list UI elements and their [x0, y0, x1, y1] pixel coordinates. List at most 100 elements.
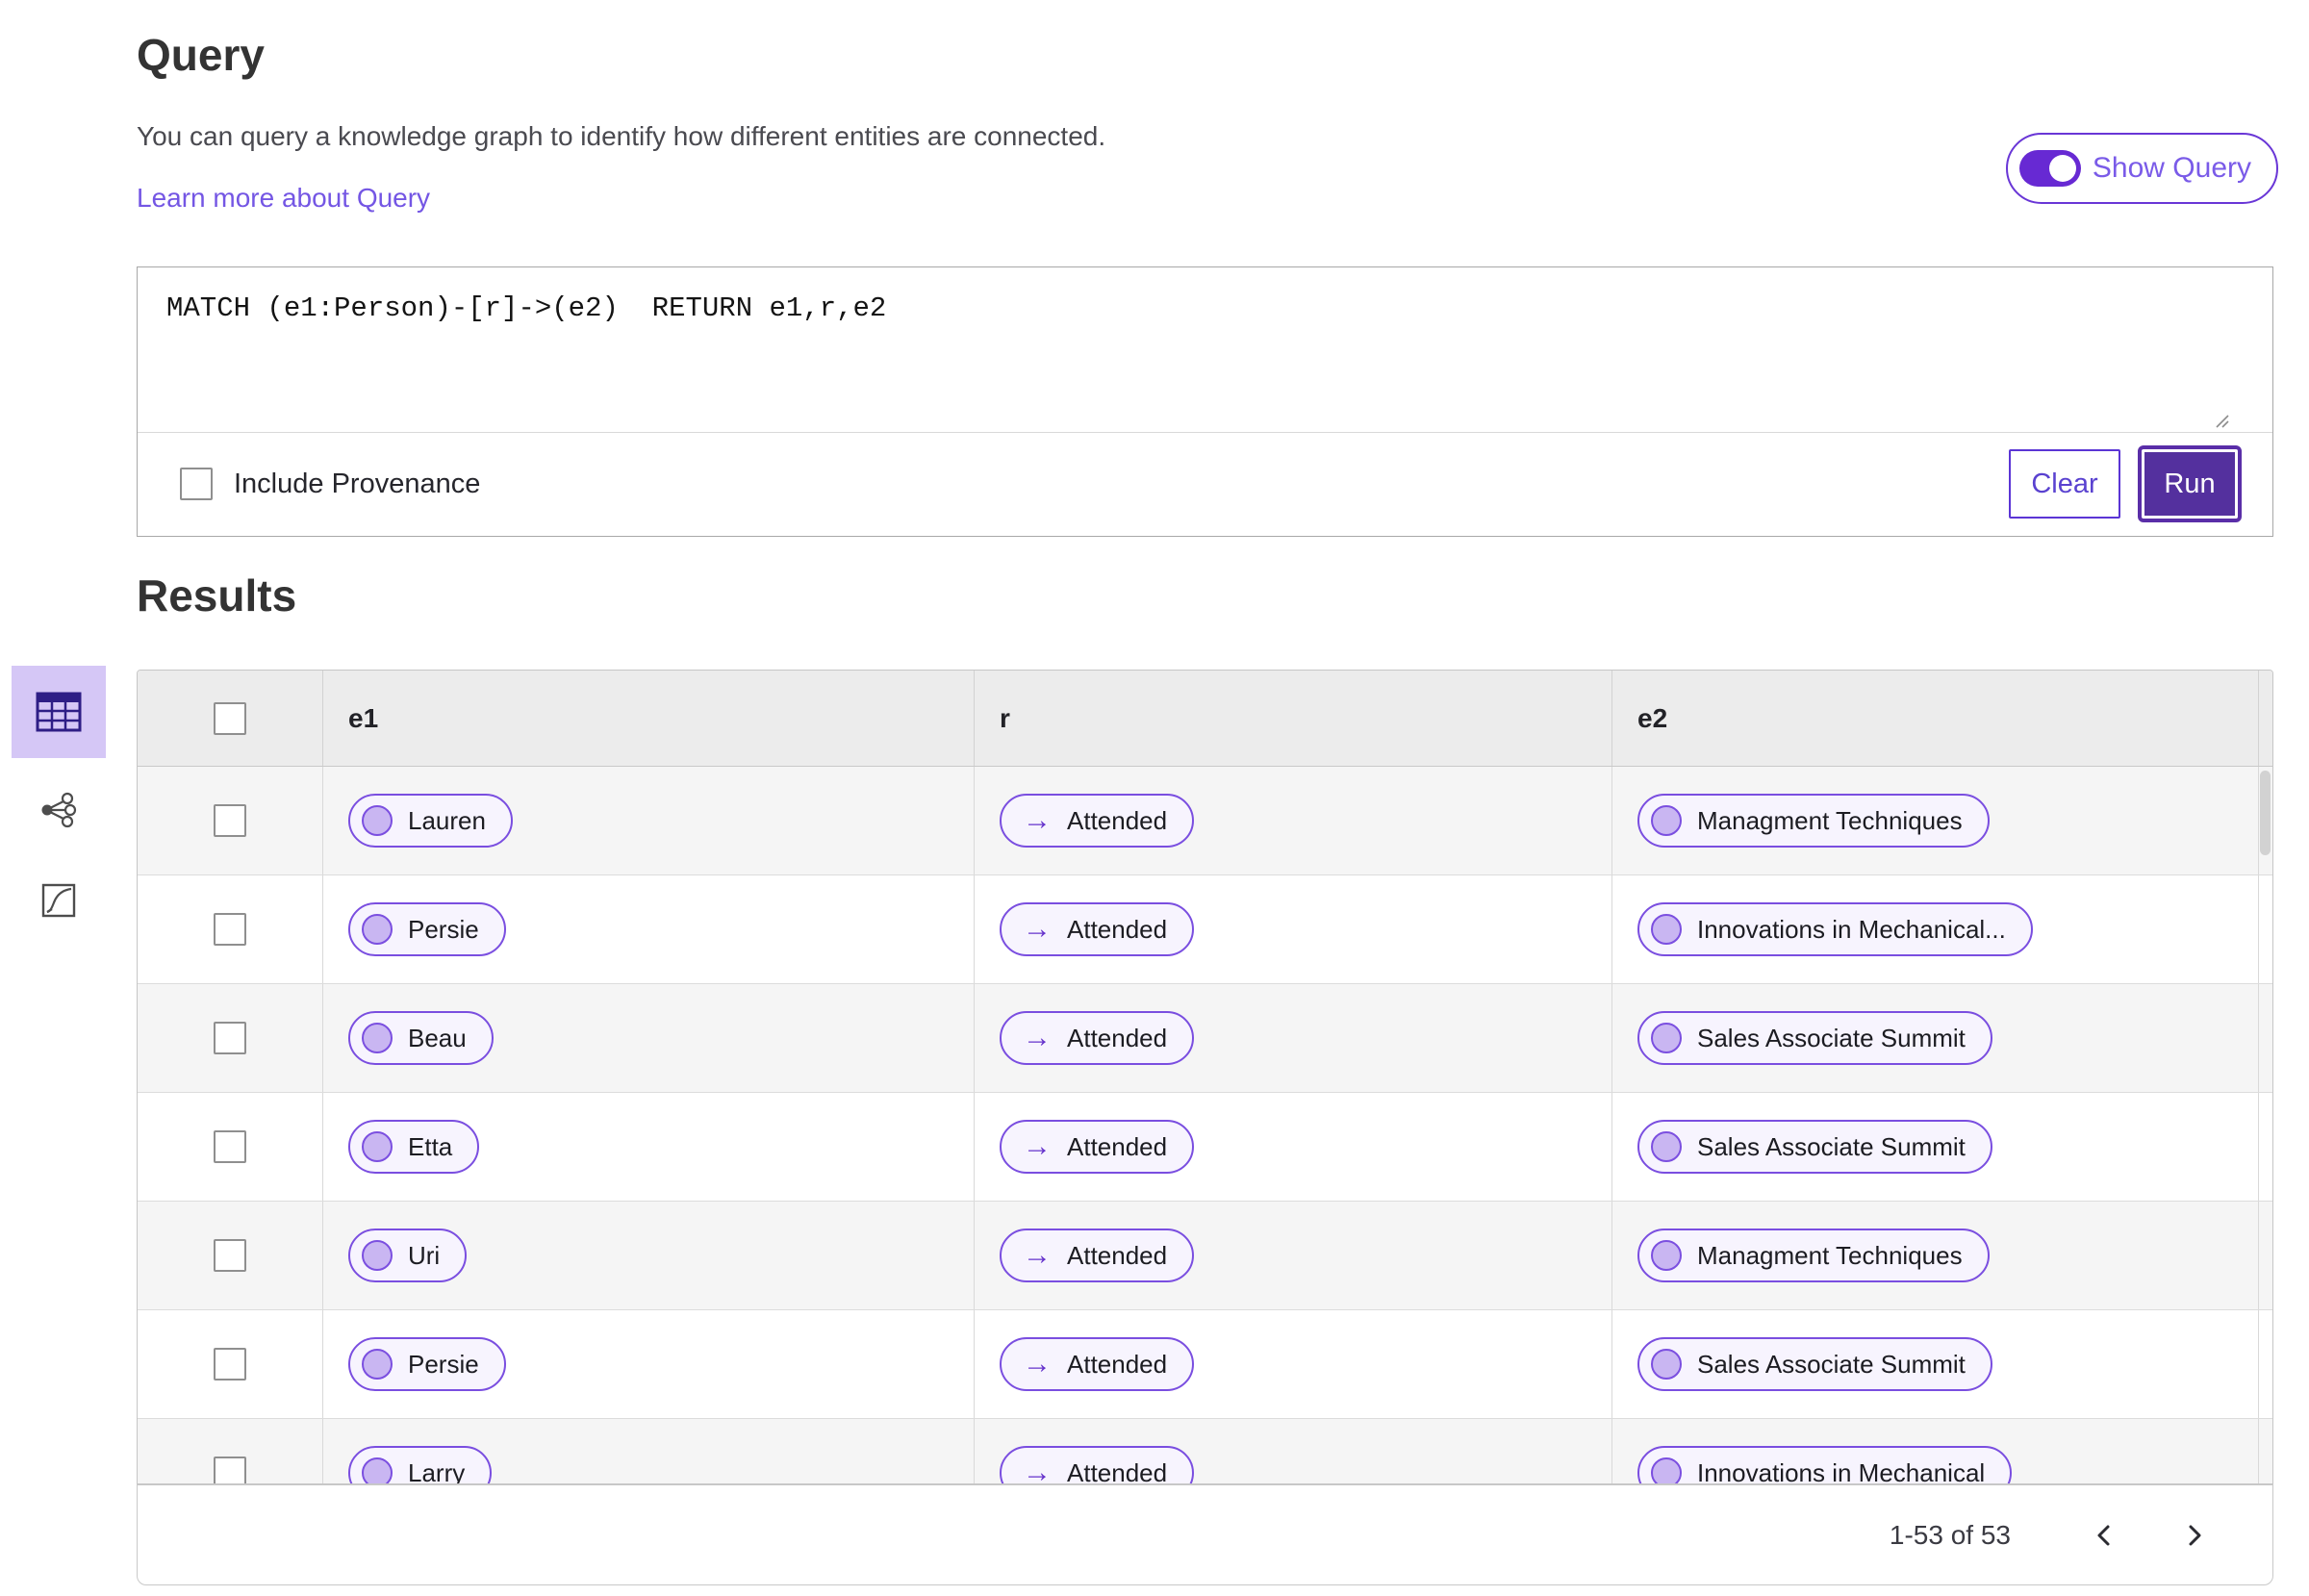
- entity-label: Persie: [408, 914, 479, 944]
- entity-chip-e2[interactable]: Innovations in Mechanical...: [1637, 902, 2033, 956]
- view-switcher: [12, 666, 106, 939]
- chevron-right-icon: [2189, 1525, 2201, 1545]
- entity-node-icon: [1651, 805, 1682, 836]
- entity-label: Beau: [408, 1023, 467, 1052]
- entity-chip-e2[interactable]: Sales Associate Summit: [1637, 1120, 1992, 1174]
- relation-label: Attended: [1067, 1240, 1168, 1270]
- table-row: Etta → Attended Sales Associate Summit: [138, 1093, 2272, 1202]
- learn-more-link[interactable]: Learn more about Query: [137, 183, 430, 214]
- page-title: Query: [137, 30, 265, 80]
- table-view-button[interactable]: [12, 666, 106, 758]
- row-checkbox[interactable]: [214, 1022, 246, 1054]
- row-checkbox[interactable]: [214, 1239, 246, 1272]
- entity-label: Innovations in Mechanical...: [1697, 914, 2006, 944]
- entity-label: Sales Associate Summit: [1697, 1023, 1966, 1052]
- table-row: Persie → Attended Innovations in Mechani…: [138, 875, 2272, 984]
- chart-view-icon: [41, 883, 76, 918]
- relation-arrow-icon: →: [1023, 913, 1052, 945]
- relation-label: Attended: [1067, 1349, 1168, 1379]
- relation-label: Attended: [1067, 1131, 1168, 1161]
- relation-chip[interactable]: → Attended: [1000, 1446, 1195, 1484]
- previous-page-button[interactable]: [2080, 1510, 2130, 1560]
- entity-chip-e1[interactable]: Persie: [348, 1337, 506, 1391]
- relation-arrow-icon: →: [1023, 1022, 1052, 1053]
- relation-label: Attended: [1067, 914, 1168, 944]
- row-checkbox[interactable]: [214, 804, 246, 837]
- toggle-knob: [2048, 155, 2076, 182]
- relation-arrow-icon: →: [1023, 804, 1052, 836]
- resize-grip-icon[interactable]: [2213, 412, 2230, 429]
- relation-arrow-icon: →: [1023, 1457, 1052, 1484]
- entity-node-icon: [1651, 1349, 1682, 1380]
- query-editor-card: MATCH (e1:Person)-[r]->(e2) RETURN e1,r,…: [137, 266, 2273, 537]
- include-provenance-label: Include Provenance: [234, 468, 481, 499]
- relation-chip[interactable]: → Attended: [1000, 1120, 1195, 1174]
- clear-button[interactable]: Clear: [2009, 449, 2120, 519]
- entity-node-icon: [1651, 1457, 1682, 1483]
- next-page-button[interactable]: [2169, 1510, 2219, 1560]
- entity-chip-e2[interactable]: Managment Techniques: [1637, 1229, 1990, 1282]
- entity-chip-e1[interactable]: Etta: [348, 1120, 480, 1174]
- entity-label: Managment Techniques: [1697, 1240, 1963, 1270]
- relation-arrow-icon: →: [1023, 1130, 1052, 1162]
- include-provenance-checkbox[interactable]: [180, 468, 213, 500]
- entity-node-icon: [362, 1349, 393, 1380]
- entity-node-icon: [1651, 1023, 1682, 1053]
- entity-chip-e1[interactable]: Beau: [348, 1011, 494, 1065]
- table-body: Lauren → Attended Managment Techniques P…: [138, 767, 2272, 1484]
- entity-node-icon: [362, 805, 393, 836]
- entity-node-icon: [362, 1457, 393, 1483]
- results-table: e1 r e2 Lauren → Attended Managment Tech…: [137, 670, 2273, 1484]
- entity-label: Lauren: [408, 805, 486, 835]
- entity-label: Larry: [408, 1457, 466, 1484]
- query-input[interactable]: MATCH (e1:Person)-[r]->(e2) RETURN e1,r,…: [138, 267, 2272, 433]
- network-view-button[interactable]: [12, 772, 106, 849]
- pagination-bar: 1-53 of 53: [137, 1484, 2273, 1585]
- entity-chip-e2[interactable]: Innovations in Mechanical: [1637, 1446, 2013, 1484]
- pagination-range-label: 1-53 of 53: [1889, 1519, 2011, 1550]
- table-header-row: e1 r e2: [138, 671, 2272, 767]
- entity-node-icon: [1651, 914, 1682, 945]
- entity-node-icon: [362, 1240, 393, 1271]
- relation-label: Attended: [1067, 1457, 1168, 1484]
- relation-chip[interactable]: → Attended: [1000, 1011, 1195, 1065]
- table-row: Uri → Attended Managment Techniques: [138, 1202, 2272, 1310]
- entity-label: Innovations in Mechanical: [1697, 1457, 1986, 1484]
- show-query-label: Show Query: [2092, 152, 2251, 184]
- relation-chip[interactable]: → Attended: [1000, 902, 1195, 956]
- relation-chip[interactable]: → Attended: [1000, 794, 1195, 848]
- chevron-left-icon: [2097, 1525, 2110, 1545]
- table-row: Beau → Attended Sales Associate Summit: [138, 984, 2272, 1093]
- entity-chip-e1[interactable]: Persie: [348, 902, 506, 956]
- entity-chip-e1[interactable]: Larry: [348, 1446, 493, 1484]
- row-checkbox[interactable]: [214, 1130, 246, 1163]
- vertical-scrollbar-thumb[interactable]: [2260, 771, 2271, 855]
- entity-node-icon: [362, 1023, 393, 1053]
- row-checkbox[interactable]: [214, 913, 246, 946]
- select-all-checkbox[interactable]: [214, 701, 246, 735]
- relation-label: Attended: [1067, 805, 1168, 835]
- run-button[interactable]: Run: [2138, 445, 2242, 522]
- entity-chip-e2[interactable]: Sales Associate Summit: [1637, 1337, 1992, 1391]
- entity-label: Etta: [408, 1131, 453, 1161]
- relation-chip[interactable]: → Attended: [1000, 1337, 1195, 1391]
- show-query-toggle[interactable]: Show Query: [2005, 133, 2278, 204]
- row-checkbox[interactable]: [214, 1348, 246, 1381]
- chart-view-button[interactable]: [12, 862, 106, 939]
- entity-chip-e1[interactable]: Uri: [348, 1229, 468, 1282]
- row-checkbox[interactable]: [214, 1457, 246, 1483]
- column-header-e2: e2: [1637, 702, 1668, 733]
- entity-chip-e2[interactable]: Managment Techniques: [1637, 794, 1990, 848]
- entity-chip-e2[interactable]: Sales Associate Summit: [1637, 1011, 1992, 1065]
- relation-chip[interactable]: → Attended: [1000, 1229, 1195, 1282]
- entity-label: Persie: [408, 1349, 479, 1379]
- entity-node-icon: [1651, 1240, 1682, 1271]
- column-header-e1: e1: [348, 702, 379, 733]
- toggle-switch-icon[interactable]: [2018, 150, 2081, 187]
- table-view-icon: [36, 692, 82, 732]
- table-row: Persie → Attended Sales Associate Summit: [138, 1310, 2272, 1419]
- entity-label: Managment Techniques: [1697, 805, 1963, 835]
- entity-label: Sales Associate Summit: [1697, 1349, 1966, 1379]
- results-title: Results: [137, 570, 297, 621]
- entity-chip-e1[interactable]: Lauren: [348, 794, 513, 848]
